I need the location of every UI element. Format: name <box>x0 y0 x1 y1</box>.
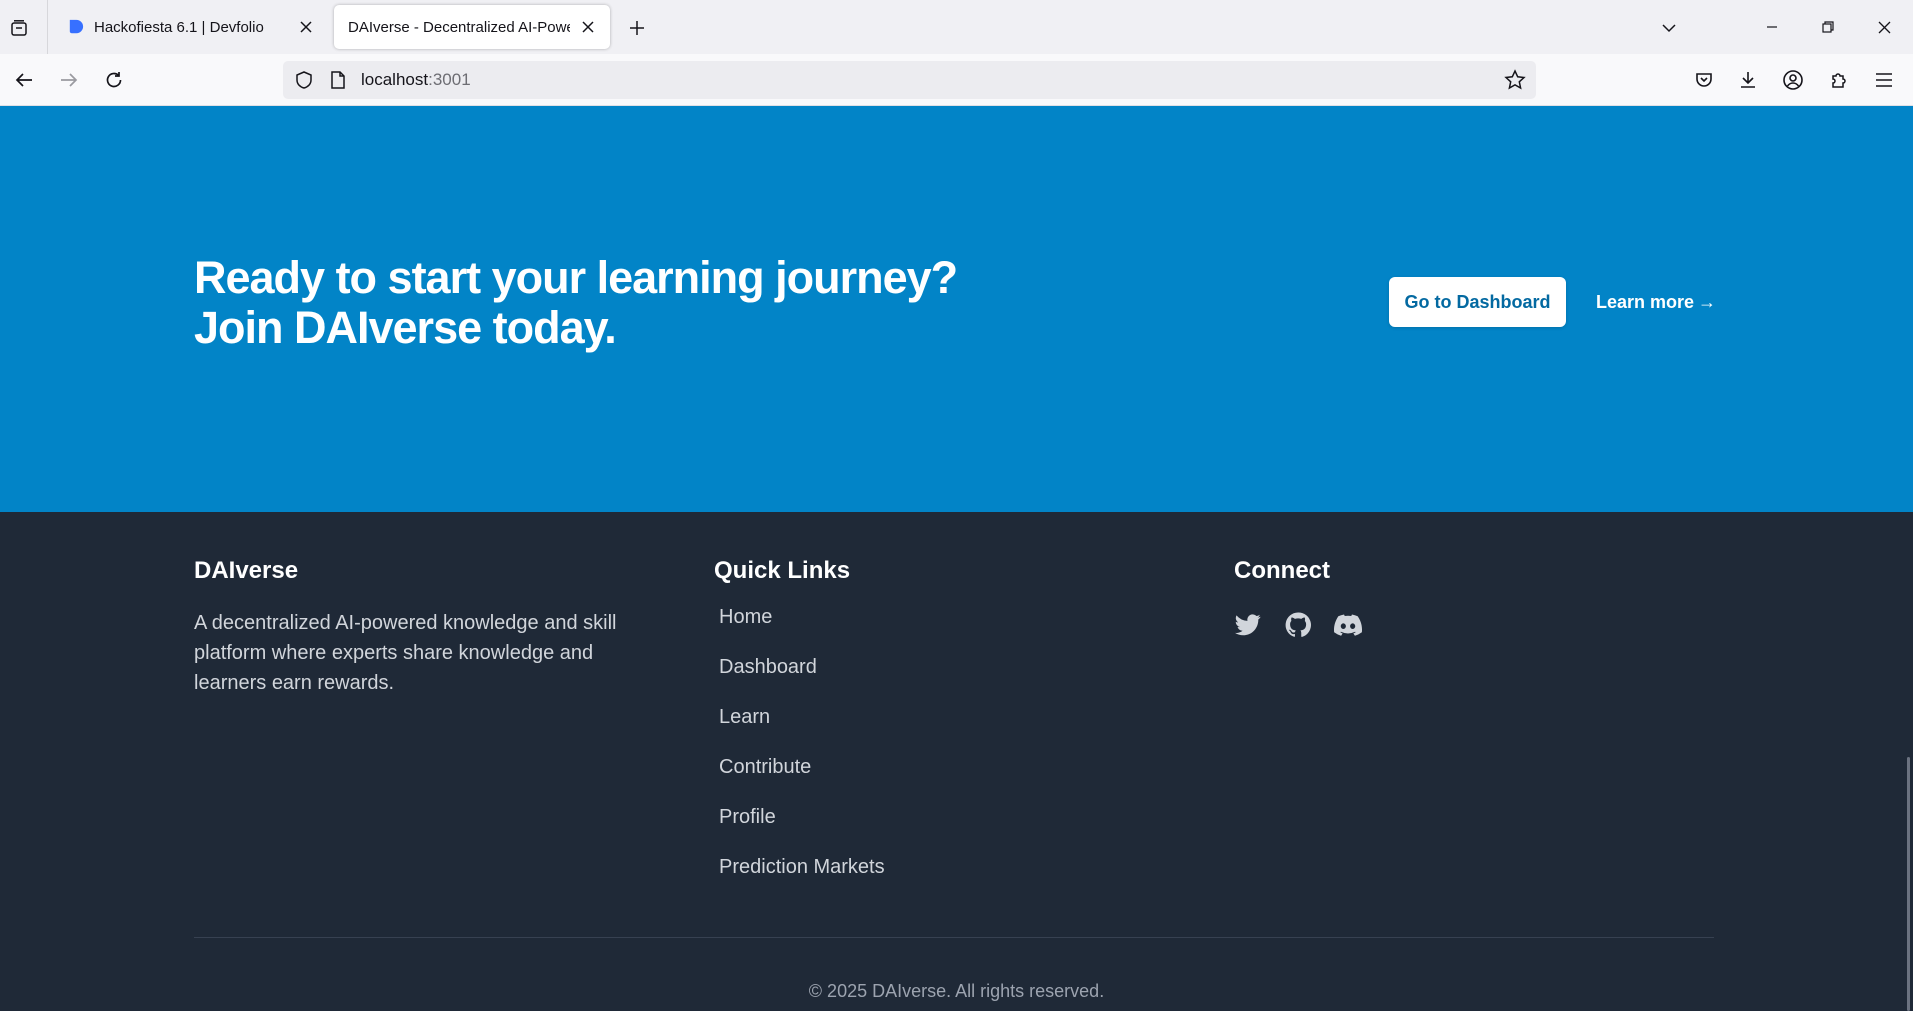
list-item: Prediction Markets <box>714 854 1114 904</box>
list-all-tabs-button[interactable] <box>1652 11 1686 45</box>
footer-brand-description: A decentralized AI-powered knowledge and… <box>194 612 617 694</box>
browser-nav-bar: localhost:3001 <box>0 54 1913 106</box>
chevron-down-icon <box>1662 24 1676 33</box>
tab-title: Hackofiesta 6.1 | Devfolio <box>94 18 264 36</box>
footer-brand-column: DAIverse A decentralized AI-powered know… <box>194 556 664 698</box>
footer-link-home[interactable]: Home <box>719 604 772 630</box>
window-close-button[interactable] <box>1862 8 1906 46</box>
close-icon <box>1878 21 1890 33</box>
footer-quick-links-column: Quick Links Home Dashboard Learn Contrib… <box>714 556 1114 904</box>
new-tab-button[interactable] <box>620 11 654 45</box>
window-restore-button[interactable] <box>1806 8 1850 46</box>
list-item: Dashboard <box>714 654 1114 704</box>
shield-icon[interactable] <box>294 70 314 90</box>
tab-title: DAIverse - Decentralized AI-Powered <box>348 18 570 36</box>
cta-heading-line-2: Join DAIverse today. <box>194 302 617 353</box>
twitter-icon <box>1235 614 1261 636</box>
copyright-text: © 2025 DAIverse. All rights reserved. <box>808 981 1105 1001</box>
list-item: Home <box>714 604 1114 654</box>
plus-icon <box>630 21 644 35</box>
go-to-dashboard-button[interactable]: Go to Dashboard <box>1389 277 1566 327</box>
restore-icon <box>1822 21 1834 33</box>
forward-button[interactable] <box>51 62 87 98</box>
hamburger-menu-icon <box>1876 73 1892 87</box>
discord-link[interactable] <box>1334 611 1362 639</box>
cta-section: Ready to start your learning journey? Jo… <box>0 106 1913 512</box>
firefox-view-icon <box>11 20 27 36</box>
footer-link-learn[interactable]: Learn <box>719 704 770 730</box>
downloads-button[interactable] <box>1730 62 1766 98</box>
browser-tab-bar: Hackofiesta 6.1 | Devfolio DAIverse - De… <box>0 0 1913 54</box>
tab-separator <box>47 0 48 54</box>
minimize-icon <box>1767 26 1777 28</box>
url-text[interactable]: localhost:3001 <box>361 70 471 90</box>
download-icon <box>1741 72 1755 88</box>
cta-heading: Ready to start your learning journey? Jo… <box>194 253 1094 353</box>
app-menu-button[interactable] <box>1866 62 1902 98</box>
github-link[interactable] <box>1284 611 1312 639</box>
window-minimize-button[interactable] <box>1750 8 1794 46</box>
arrow-left-icon <box>15 73 32 87</box>
footer-divider <box>194 937 1714 938</box>
learn-more-label: Learn more <box>1596 291 1695 312</box>
list-item: Profile <box>714 804 1114 854</box>
tab-close-button[interactable] <box>294 15 318 39</box>
quick-links-list: Home Dashboard Learn Contribute Profile … <box>714 604 1114 904</box>
page-info-icon[interactable] <box>329 70 347 90</box>
tab-devfolio[interactable]: Hackofiesta 6.1 | Devfolio <box>52 5 328 49</box>
footer-link-dashboard[interactable]: Dashboard <box>719 654 817 680</box>
site-footer: DAIverse A decentralized AI-powered know… <box>0 512 1913 1011</box>
bookmark-star-icon[interactable] <box>1504 69 1526 91</box>
list-item: Learn <box>714 704 1114 754</box>
learn-more-link[interactable]: Learn more → <box>1596 277 1716 327</box>
github-icon <box>1285 612 1311 637</box>
arrow-right-icon: → <box>1698 291 1717 312</box>
address-bar[interactable]: localhost:3001 <box>283 61 1536 99</box>
pocket-button[interactable] <box>1686 62 1722 98</box>
close-icon <box>300 21 312 33</box>
footer-connect-column: Connect <box>1234 556 1634 639</box>
account-button[interactable] <box>1775 62 1811 98</box>
social-links <box>1234 611 1634 639</box>
twitter-link[interactable] <box>1234 611 1262 639</box>
list-item: Contribute <box>714 754 1114 804</box>
devfolio-favicon-icon <box>69 19 84 33</box>
quick-links-heading: Quick Links <box>714 557 851 584</box>
pocket-icon <box>1696 73 1712 87</box>
url-host: localhost <box>361 70 429 89</box>
extensions-button[interactable] <box>1821 62 1857 98</box>
puzzle-icon <box>1832 73 1846 88</box>
reload-button[interactable] <box>96 62 132 98</box>
footer-link-contribute[interactable]: Contribute <box>719 754 811 780</box>
firefox-view-button[interactable] <box>2 11 36 45</box>
footer-link-prediction-markets[interactable]: Prediction Markets <box>719 854 885 880</box>
reload-icon <box>106 72 122 88</box>
close-icon <box>582 21 594 33</box>
account-icon <box>1783 70 1803 90</box>
page-scrollbar-thumb[interactable] <box>1907 757 1910 1011</box>
footer-link-profile[interactable]: Profile <box>719 804 776 830</box>
tab-daiverse[interactable]: DAIverse - Decentralized AI-Powered <box>334 5 610 49</box>
tab-close-button[interactable] <box>576 15 600 39</box>
back-button[interactable] <box>6 62 42 98</box>
footer-brand-name: DAIverse <box>194 557 299 584</box>
cta-heading-line-1: Ready to start your learning journey? <box>194 252 958 303</box>
discord-icon <box>1334 614 1362 636</box>
arrow-right-icon <box>61 73 78 87</box>
url-port: :3001 <box>428 70 471 89</box>
connect-heading: Connect <box>1234 557 1330 584</box>
